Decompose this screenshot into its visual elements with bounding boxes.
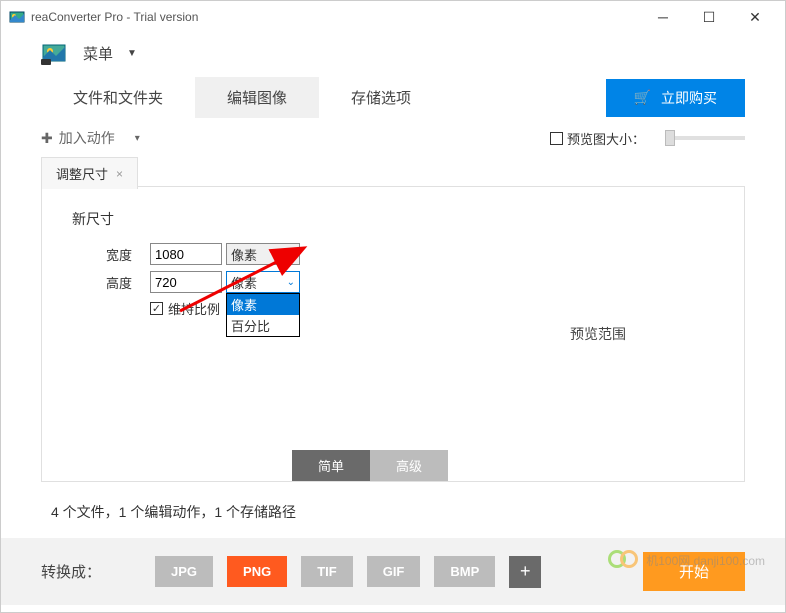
actions-bar: ✚ 加入动作 ▾ 预览图大小： xyxy=(1,118,785,156)
main-tabs: 文件和文件夹 编辑图像 存储选项 🛒 立即购买 xyxy=(1,77,785,118)
titlebar: reaConverter Pro - Trial version ─ ☐ ✕ xyxy=(1,1,785,33)
close-button[interactable]: ✕ xyxy=(733,2,777,32)
tab-files[interactable]: 文件和文件夹 xyxy=(41,77,195,118)
edit-panel: 调整尺寸 × 新尺寸 宽度 像素 ⌄ 高度 像素 ⌄ 像素 百分比 xyxy=(41,186,745,482)
menu-button[interactable]: 菜单 xyxy=(83,43,113,64)
unit-option-percent[interactable]: 百分比 xyxy=(227,315,299,336)
caret-down-icon: ▾ xyxy=(135,133,140,144)
add-format-button[interactable]: + xyxy=(509,556,541,588)
format-tif-button[interactable]: TIF xyxy=(301,556,353,587)
app-icon xyxy=(9,9,25,25)
format-bmp-button[interactable]: BMP xyxy=(434,556,495,587)
height-unit-select[interactable]: 像素 ⌄ 像素 百分比 xyxy=(226,271,300,293)
preview-size-checkbox[interactable] xyxy=(550,132,563,145)
resize-form: 新尺寸 宽度 像素 ⌄ 高度 像素 ⌄ 像素 百分比 ✓ 维持比例 xyxy=(42,187,452,481)
format-png-button[interactable]: PNG xyxy=(227,556,287,587)
tab-edit-image[interactable]: 编辑图像 xyxy=(195,77,319,118)
preview-area: 预览范围 xyxy=(452,187,744,481)
add-action-button[interactable]: ✚ 加入动作 ▾ xyxy=(41,128,140,148)
height-label: 高度 xyxy=(72,273,132,292)
minimize-button[interactable]: ─ xyxy=(641,2,685,32)
preview-size-label: 预览图大小： xyxy=(567,129,645,148)
keep-ratio-checkbox[interactable]: ✓ xyxy=(150,302,163,315)
mode-simple-tab[interactable]: 简单 xyxy=(292,450,370,481)
menu-bar: 菜单 ▼ xyxy=(1,33,785,77)
footer: 转换成： JPG PNG TIF GIF BMP + 开始 xyxy=(1,538,785,605)
logo-icon xyxy=(41,41,69,65)
tab-save-options[interactable]: 存储选项 xyxy=(319,77,443,118)
resize-tab[interactable]: 调整尺寸 × xyxy=(41,157,138,189)
unit-dropdown: 像素 百分比 xyxy=(226,293,300,337)
cart-icon: 🛒 xyxy=(634,89,651,106)
preview-size-slider[interactable] xyxy=(665,136,745,140)
caret-down-icon: ⌄ xyxy=(287,249,295,260)
status-text: 4 个文件，1 个编辑动作，1 个存储路径 xyxy=(1,482,785,538)
plus-icon: ✚ xyxy=(41,130,53,147)
buy-now-button[interactable]: 🛒 立即购买 xyxy=(606,79,745,117)
width-unit-select[interactable]: 像素 ⌄ xyxy=(226,243,300,265)
format-gif-button[interactable]: GIF xyxy=(367,556,421,587)
menu-caret-icon: ▼ xyxy=(127,48,137,59)
maximize-button[interactable]: ☐ xyxy=(687,2,731,32)
convert-to-label: 转换成： xyxy=(41,561,101,582)
width-input[interactable] xyxy=(150,243,222,265)
window-title: reaConverter Pro - Trial version xyxy=(31,10,641,24)
mode-advanced-tab[interactable]: 高级 xyxy=(370,450,448,481)
height-input[interactable] xyxy=(150,271,222,293)
keep-ratio-label: 维持比例 xyxy=(168,299,220,318)
slider-thumb[interactable] xyxy=(665,130,675,146)
close-tab-icon[interactable]: × xyxy=(116,167,123,181)
section-new-size: 新尺寸 xyxy=(72,209,422,229)
width-label: 宽度 xyxy=(72,245,132,264)
format-jpg-button[interactable]: JPG xyxy=(155,556,213,587)
caret-down-icon: ⌄ xyxy=(287,277,295,288)
unit-option-pixels[interactable]: 像素 xyxy=(227,294,299,315)
start-button[interactable]: 开始 xyxy=(643,552,745,591)
